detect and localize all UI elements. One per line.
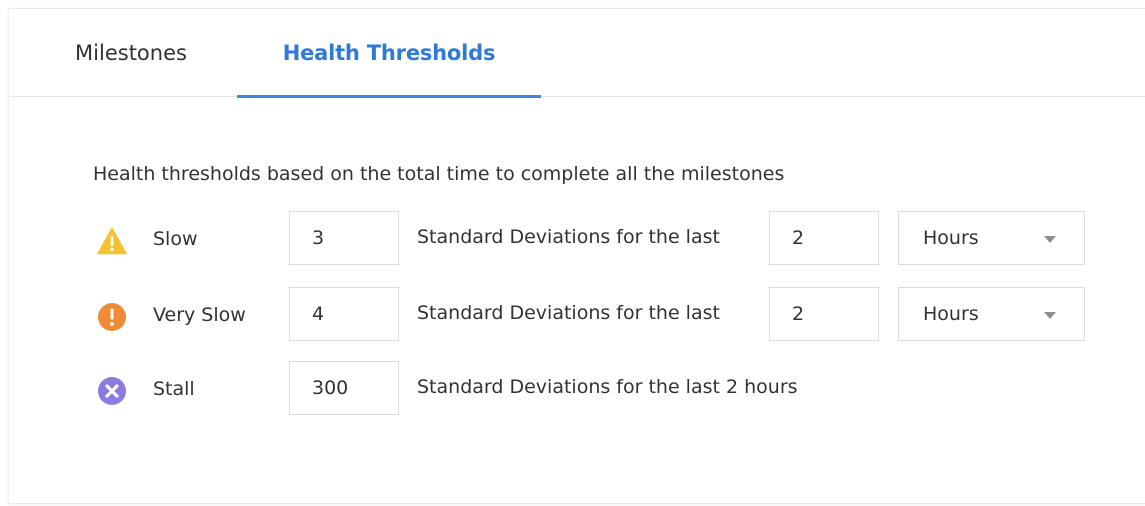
time-window-input[interactable]: 2 — [769, 211, 879, 265]
std-dev-input[interactable]: 3 — [289, 211, 399, 265]
active-tab-indicator — [237, 95, 541, 98]
std-dev-text: Standard Deviations for the last — [417, 302, 720, 324]
time-unit-select[interactable]: Hours — [898, 211, 1085, 265]
threshold-label: Slow — [153, 228, 198, 250]
time-window-input[interactable]: 2 — [769, 287, 879, 341]
threshold-label: Very Slow — [153, 304, 246, 326]
std-dev-text: Standard Deviations for the last — [417, 226, 720, 248]
tab-health-thresholds-label: Health Thresholds — [282, 41, 496, 65]
std-dev-input[interactable]: 4 — [289, 287, 399, 341]
threshold-label: Stall — [153, 378, 195, 400]
warning-triangle-icon — [97, 226, 127, 256]
time-unit-select[interactable]: Hours — [898, 287, 1085, 341]
threshold-row-stall: Stall 300 Standard Deviations for the la… — [9, 361, 1145, 421]
time-unit-value: Hours — [923, 303, 979, 325]
chevron-down-icon — [1044, 236, 1056, 243]
tab-health-thresholds[interactable]: Health Thresholds — [237, 9, 541, 98]
chevron-down-icon — [1044, 312, 1056, 319]
time-unit-value: Hours — [923, 227, 979, 249]
tab-milestones[interactable]: Milestones — [41, 9, 221, 97]
exclamation-circle-icon — [97, 302, 127, 332]
std-dev-text: Standard Deviations for the last 2 hours — [417, 376, 798, 398]
threshold-row-very-slow: Very Slow 4 Standard Deviations for the … — [9, 287, 1145, 347]
threshold-row-slow: Slow 3 Standard Deviations for the last … — [9, 211, 1145, 271]
tab-milestones-label: Milestones — [75, 41, 187, 65]
x-circle-icon — [97, 376, 127, 406]
health-thresholds-panel: Milestones Health Thresholds Health thre… — [8, 8, 1145, 504]
std-dev-input[interactable]: 300 — [289, 361, 399, 415]
description-text: Health thresholds based on the total tim… — [93, 163, 785, 185]
tab-bar: Milestones Health Thresholds — [9, 9, 1145, 98]
